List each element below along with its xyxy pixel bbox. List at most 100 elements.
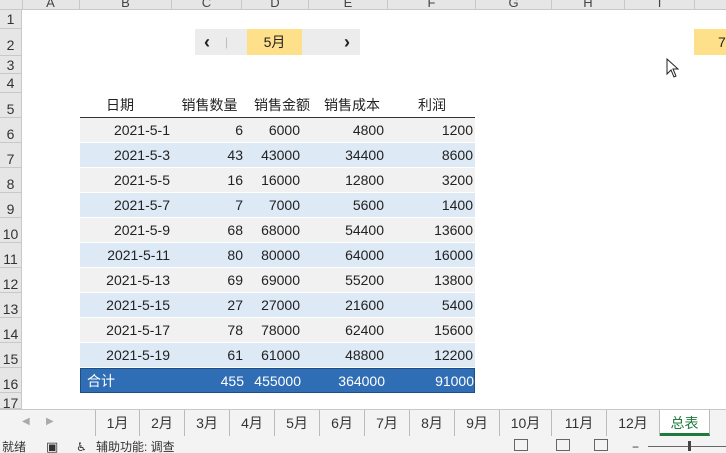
cell-date[interactable]: 2021-5-5 — [80, 168, 170, 193]
current-month-cell[interactable]: 5月 — [247, 29, 302, 55]
cell-date[interactable]: 2021-5-1 — [80, 118, 170, 143]
cell-cost[interactable]: 62400 — [300, 318, 384, 343]
cell-amount[interactable]: 16000 — [243, 168, 300, 193]
row-header-3[interactable]: 3 — [0, 56, 22, 74]
cell-date[interactable]: 2021-5-3 — [80, 143, 170, 168]
cell-cost[interactable]: 12800 — [300, 168, 384, 193]
cell-profit[interactable]: 13800 — [384, 268, 473, 293]
tab-mar[interactable]: 3月 — [185, 410, 230, 436]
cell-date[interactable]: 2021-5-7 — [80, 193, 170, 218]
page-break-view-icon[interactable] — [594, 439, 608, 451]
cell-quantity[interactable]: 27 — [170, 293, 243, 318]
cell-date[interactable]: 2021-5-15 — [80, 293, 170, 318]
cell-amount[interactable]: 80000 — [243, 243, 300, 268]
total-profit[interactable]: 91000 — [385, 369, 474, 394]
cell-cost[interactable]: 55200 — [300, 268, 384, 293]
row-header-5[interactable]: 5 — [0, 93, 22, 118]
cell-date[interactable]: 2021-5-9 — [80, 218, 170, 243]
column-header-f[interactable]: F — [388, 0, 476, 9]
header-cost[interactable]: 销售成本 — [312, 93, 392, 118]
total-cost[interactable]: 364000 — [301, 369, 385, 394]
header-quantity[interactable]: 销售数量 — [172, 93, 247, 118]
row-header-1[interactable]: 1 — [0, 10, 22, 29]
column-header-a[interactable]: A — [22, 0, 80, 9]
row-header-13[interactable]: 13 — [0, 293, 22, 318]
cell-quantity[interactable]: 6 — [170, 118, 243, 143]
cell-profit[interactable]: 16000 — [384, 243, 473, 268]
total-label[interactable]: 合计 — [81, 369, 177, 394]
row-header-6[interactable]: 6 — [0, 118, 22, 143]
row-header-16[interactable]: 16 — [0, 368, 22, 393]
cell-amount[interactable]: 7000 — [243, 193, 300, 218]
column-header-h[interactable]: H — [552, 0, 625, 9]
cell-profit[interactable]: 13600 — [384, 218, 473, 243]
scroll-tabs-left-icon[interactable]: ◀ — [22, 416, 30, 427]
next-month-button[interactable]: › — [334, 29, 360, 55]
cell-profit[interactable]: 8600 — [384, 143, 473, 168]
tab-jul[interactable]: 7月 — [365, 410, 410, 436]
cell-quantity[interactable]: 43 — [170, 143, 243, 168]
cell-amount[interactable]: 61000 — [243, 343, 300, 368]
header-profit[interactable]: 利润 — [392, 93, 472, 118]
zoom-slider-track[interactable] — [648, 446, 726, 447]
cell-quantity[interactable]: 16 — [170, 168, 243, 193]
cell-cost[interactable]: 4800 — [300, 118, 384, 143]
page-layout-view-icon[interactable] — [556, 439, 570, 451]
cell-quantity[interactable]: 61 — [170, 343, 243, 368]
tab-aug[interactable]: 8月 — [410, 410, 455, 436]
row-header-12[interactable]: 12 — [0, 268, 22, 293]
cell-amount[interactable]: 43000 — [243, 143, 300, 168]
cell-date[interactable]: 2021-5-11 — [80, 243, 170, 268]
column-header-e[interactable]: E — [309, 0, 388, 9]
column-header-c[interactable]: C — [172, 0, 242, 9]
tab-dec[interactable]: 12月 — [607, 410, 660, 436]
tab-summary[interactable]: 总表 — [660, 410, 710, 436]
cell-cost[interactable]: 64000 — [300, 243, 384, 268]
tab-nov[interactable]: 11月 — [552, 410, 607, 436]
select-all-corner[interactable] — [0, 0, 23, 9]
cell-date[interactable]: 2021-5-17 — [80, 318, 170, 343]
cell-quantity[interactable]: 7 — [170, 193, 243, 218]
prev-month-button[interactable]: ‹ — [195, 29, 219, 55]
cell-date[interactable]: 2021-5-13 — [80, 268, 170, 293]
cell-amount[interactable]: 78000 — [243, 318, 300, 343]
cell-cost[interactable]: 21600 — [300, 293, 384, 318]
tab-may[interactable]: 5月 — [275, 410, 320, 436]
cell-quantity[interactable]: 68 — [170, 218, 243, 243]
column-header-i[interactable]: I — [625, 0, 695, 9]
cell-amount[interactable]: 27000 — [243, 293, 300, 318]
cell-profit[interactable]: 3200 — [384, 168, 473, 193]
tab-jun[interactable]: 6月 — [320, 410, 365, 436]
row-header-11[interactable]: 11 — [0, 243, 22, 268]
normal-view-icon[interactable] — [514, 439, 528, 451]
zoom-slider-thumb[interactable] — [688, 441, 691, 451]
row-header-8[interactable]: 8 — [0, 168, 22, 193]
row-header-7[interactable]: 7 — [0, 143, 22, 168]
column-header-d[interactable]: D — [242, 0, 309, 9]
row-header-10[interactable]: 10 — [0, 218, 22, 243]
tab-apr[interactable]: 4月 — [230, 410, 275, 436]
cell-quantity[interactable]: 69 — [170, 268, 243, 293]
tab-oct[interactable]: 10月 — [500, 410, 552, 436]
cell-cost[interactable]: 34400 — [300, 143, 384, 168]
zoom-out-icon[interactable]: − — [632, 437, 639, 453]
row-header-15[interactable]: 15 — [0, 343, 22, 368]
tab-sep[interactable]: 9月 — [455, 410, 500, 436]
row-header-4[interactable]: 4 — [0, 74, 22, 93]
scroll-tabs-right-icon[interactable]: ▶ — [46, 416, 54, 427]
cell-amount[interactable]: 69000 — [243, 268, 300, 293]
side-month-cell[interactable]: 7 — [694, 29, 726, 55]
cell-date[interactable]: 2021-5-19 — [80, 343, 170, 368]
tab-feb[interactable]: 2月 — [140, 410, 185, 436]
cell-profit[interactable]: 12200 — [384, 343, 473, 368]
cell-quantity[interactable]: 78 — [170, 318, 243, 343]
row-header-17[interactable]: 17 — [0, 393, 22, 411]
cell-profit[interactable]: 5400 — [384, 293, 473, 318]
cell-amount[interactable]: 6000 — [243, 118, 300, 143]
cell-profit[interactable]: 1200 — [384, 118, 473, 143]
macro-record-icon[interactable]: ▣ — [46, 437, 58, 453]
row-header-9[interactable]: 9 — [0, 193, 22, 218]
cell-cost[interactable]: 5600 — [300, 193, 384, 218]
cell-cost[interactable]: 48800 — [300, 343, 384, 368]
cell-profit[interactable]: 15600 — [384, 318, 473, 343]
